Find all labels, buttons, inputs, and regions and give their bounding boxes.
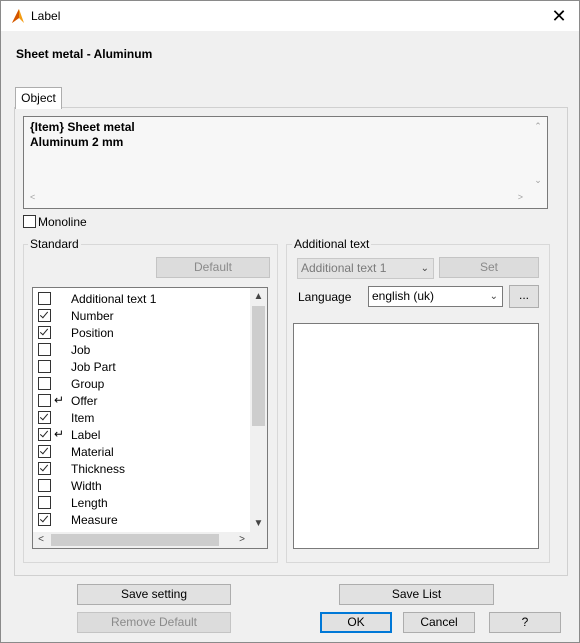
standard-fields-list[interactable]: Additional text 1 Number Position Job Job Pa…	[32, 287, 268, 549]
list-item-label: Item	[71, 411, 95, 425]
monoline-label: Monoline	[38, 215, 87, 229]
additional-text-select-value: Additional text 1	[301, 261, 387, 275]
scroll-thumb[interactable]	[252, 306, 265, 426]
list-item-label: Offer	[71, 394, 98, 408]
list-item[interactable]: Measure	[33, 511, 248, 528]
list-vertical-scrollbar[interactable]: ▲ ▼	[250, 288, 267, 532]
additional-text-area[interactable]	[293, 323, 539, 549]
list-item-label: Position	[71, 326, 114, 340]
scroll-left-icon[interactable]: <	[30, 192, 35, 202]
chevron-down-icon: ⌄	[420, 263, 429, 274]
list-item-checkbox[interactable]	[38, 445, 51, 458]
list-item-label: Job	[71, 343, 91, 357]
list-item[interactable]: Number	[33, 307, 248, 324]
list-item-checkbox[interactable]	[38, 360, 51, 373]
vertical-scrollbar[interactable]: ⌃ ⌄	[531, 119, 545, 189]
monoline-checkbox[interactable]	[23, 215, 36, 228]
list-item-checkbox[interactable]	[38, 377, 51, 390]
list-item[interactable]: Job	[33, 341, 248, 358]
horizontal-scrollbar[interactable]: < >	[26, 192, 531, 206]
list-item-label: Width	[71, 479, 102, 493]
save-list-button[interactable]: Save List	[339, 584, 494, 605]
scroll-thumb[interactable]	[51, 534, 219, 546]
list-item[interactable]: Position	[33, 324, 248, 341]
return-arrow-icon: ↵	[54, 427, 65, 441]
list-item[interactable]: Material	[33, 443, 248, 460]
list-item-label: Measure	[71, 513, 118, 527]
list-item[interactable]: Job Part	[33, 358, 248, 375]
list-item-label: Thickness	[71, 462, 126, 476]
scroll-down-icon[interactable]: ▼	[250, 515, 267, 532]
scroll-down-icon[interactable]: ⌄	[531, 175, 545, 186]
scroll-up-icon[interactable]: ⌃	[531, 121, 545, 132]
list-item[interactable]: Additional text 1	[33, 290, 248, 307]
list-item[interactable]: ↵ Offer	[33, 392, 248, 409]
list-item[interactable]: Item	[33, 409, 248, 426]
list-item[interactable]: Length	[33, 494, 248, 511]
list-item-label: Material	[71, 445, 114, 459]
list-item[interactable]: Group	[33, 375, 248, 392]
list-item[interactable]: Thickness	[33, 460, 248, 477]
list-horizontal-scrollbar[interactable]: < >	[33, 532, 267, 548]
window-title: Label	[31, 9, 61, 23]
list-item-checkbox[interactable]	[38, 513, 51, 526]
language-select-value: english (uk)	[372, 289, 435, 303]
list-item-label: Additional text 1	[71, 292, 157, 306]
set-button[interactable]: Set	[439, 257, 539, 278]
label-dialog: Label ✕ Sheet metal - Aluminum Object {I…	[0, 0, 580, 643]
list-item-label: Length	[71, 496, 108, 510]
app-logo-icon	[12, 9, 24, 23]
list-item-checkbox[interactable]	[38, 309, 51, 322]
title-bar: Label ✕	[1, 1, 579, 31]
help-button[interactable]: ?	[489, 612, 561, 633]
standard-group-label: Standard	[28, 237, 81, 251]
list-item-checkbox[interactable]	[38, 292, 51, 305]
page-title: Sheet metal - Aluminum	[16, 47, 153, 61]
default-button[interactable]: Default	[156, 257, 270, 278]
list-item-checkbox[interactable]	[38, 411, 51, 424]
language-label: Language	[298, 290, 352, 304]
list-item-checkbox[interactable]	[38, 326, 51, 339]
list-item-checkbox[interactable]	[38, 394, 51, 407]
ellipsis-button[interactable]: ...	[509, 285, 539, 308]
return-arrow-icon: ↵	[54, 393, 65, 407]
list-item[interactable]: ↵ Label	[33, 426, 248, 443]
save-setting-button[interactable]: Save setting	[77, 584, 231, 605]
ok-button[interactable]: OK	[320, 612, 392, 633]
object-text-line-2: Aluminum 2 mm	[30, 135, 124, 149]
list-item-label: Job Part	[71, 360, 116, 374]
list-item-checkbox[interactable]	[38, 428, 51, 441]
object-text-line-1: {Item} Sheet metal	[30, 120, 135, 134]
tab-object[interactable]: Object	[15, 87, 62, 109]
scroll-right-icon[interactable]: >	[518, 192, 523, 202]
object-text-box[interactable]: {Item} Sheet metal Aluminum 2 mm ⌃ ⌄ < >	[23, 116, 548, 209]
list-item-checkbox[interactable]	[38, 343, 51, 356]
list-item-checkbox[interactable]	[38, 479, 51, 492]
list-item-label: Label	[71, 428, 101, 442]
close-icon[interactable]: ✕	[545, 3, 573, 29]
scroll-right-icon[interactable]: >	[234, 532, 250, 548]
additional-text-group-label: Additional text	[292, 237, 372, 251]
list-item-label: Number	[71, 309, 114, 323]
remove-default-button[interactable]: Remove Default	[77, 612, 231, 633]
language-select[interactable]: english (uk) ⌄	[368, 286, 503, 307]
list-item-checkbox[interactable]	[38, 462, 51, 475]
scroll-up-icon[interactable]: ▲	[250, 288, 267, 305]
list-item-label: Group	[71, 377, 105, 391]
scroll-left-icon[interactable]: <	[33, 532, 49, 548]
additional-text-select[interactable]: Additional text 1 ⌄	[297, 258, 434, 279]
chevron-down-icon: ⌄	[489, 291, 498, 302]
cancel-button[interactable]: Cancel	[403, 612, 475, 633]
list-item[interactable]: Width	[33, 477, 248, 494]
list-item-checkbox[interactable]	[38, 496, 51, 509]
